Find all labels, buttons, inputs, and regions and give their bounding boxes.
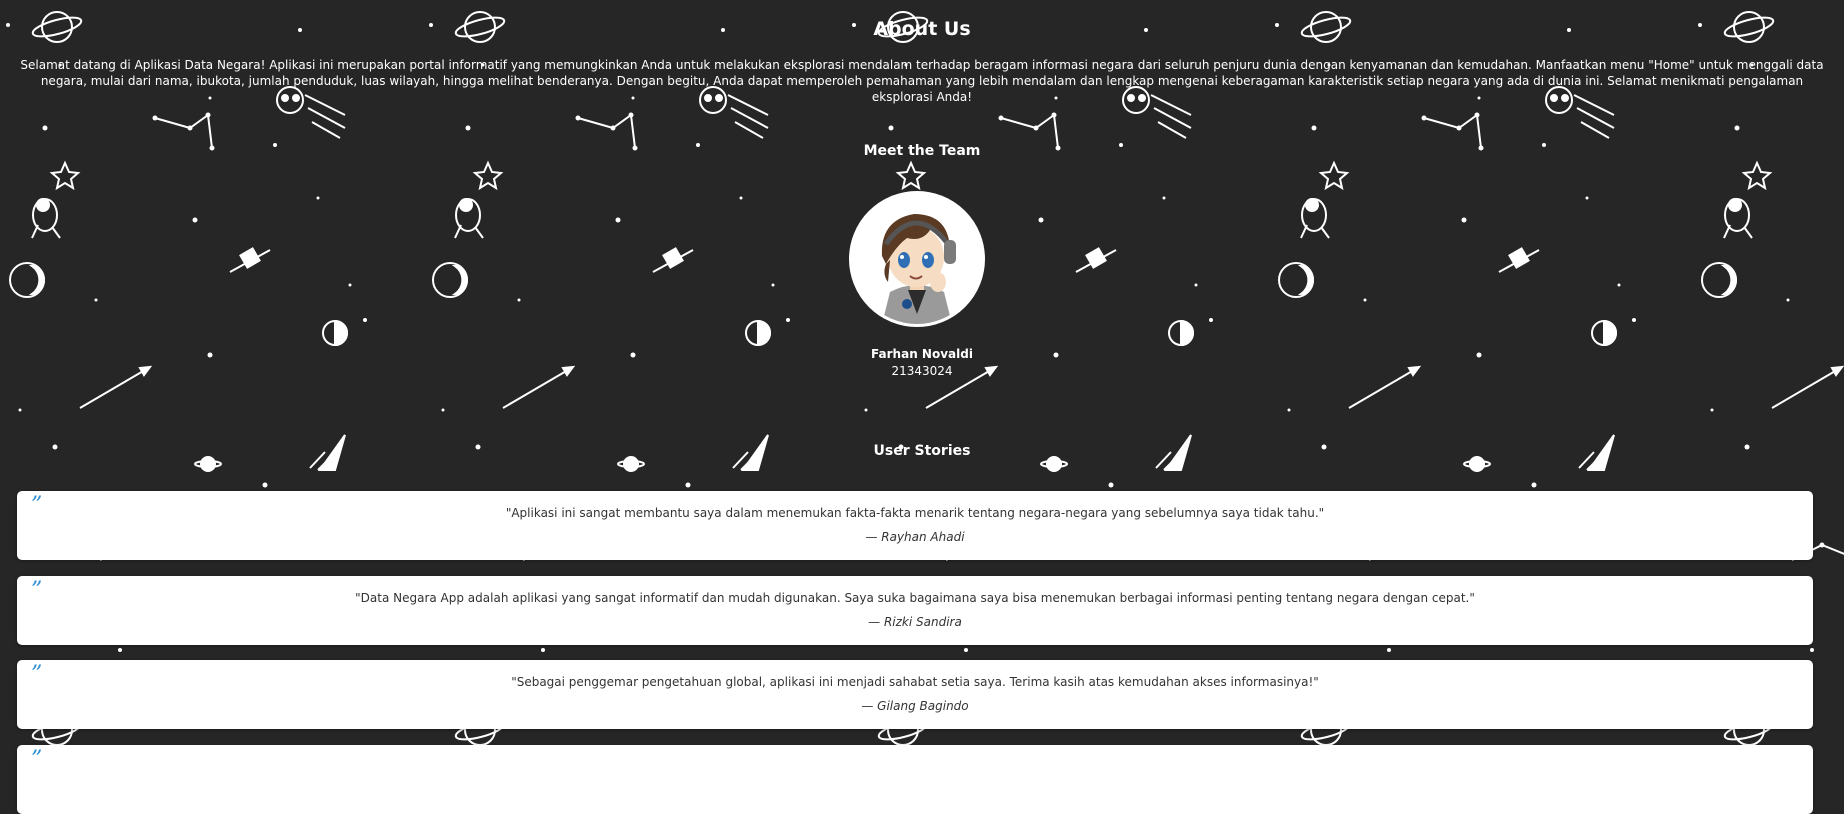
- user-story-card: ”: [17, 745, 1813, 814]
- user-story-card: ” "Aplikasi ini sangat membantu saya dal…: [17, 491, 1813, 560]
- user-stories-title: User Stories: [873, 443, 971, 459]
- team-member-id: 21343024: [891, 364, 953, 378]
- about-description: Selamat datang di Aplikasi Data Negara! …: [20, 58, 1824, 104]
- quote-icon: ”: [31, 747, 43, 772]
- user-story-author: — Rizki Sandira: [868, 615, 962, 629]
- team-member-avatar: [849, 191, 985, 327]
- user-story-text: "Aplikasi ini sangat membantu saya dalam…: [505, 506, 1325, 520]
- avatar-illustration: [852, 194, 982, 324]
- team-member-name: Farhan Novaldi: [871, 347, 973, 361]
- page-title: About Us: [873, 18, 971, 40]
- user-story-card: ” "Data Negara App adalah aplikasi yang …: [17, 576, 1813, 645]
- team-section-title: Meet the Team: [863, 143, 981, 159]
- user-story-text: "Data Negara App adalah aplikasi yang sa…: [355, 591, 1475, 605]
- about-page: About Us Selamat datang di Aplikasi Data…: [0, 0, 1844, 814]
- user-story-text: "Sebagai penggemar pengetahuan global, a…: [511, 675, 1319, 689]
- user-story-author: — Rayhan Ahadi: [865, 530, 965, 544]
- user-story-author: — Gilang Bagindo: [861, 699, 969, 713]
- user-story-card: ” "Sebagai penggemar pengetahuan global,…: [17, 660, 1813, 729]
